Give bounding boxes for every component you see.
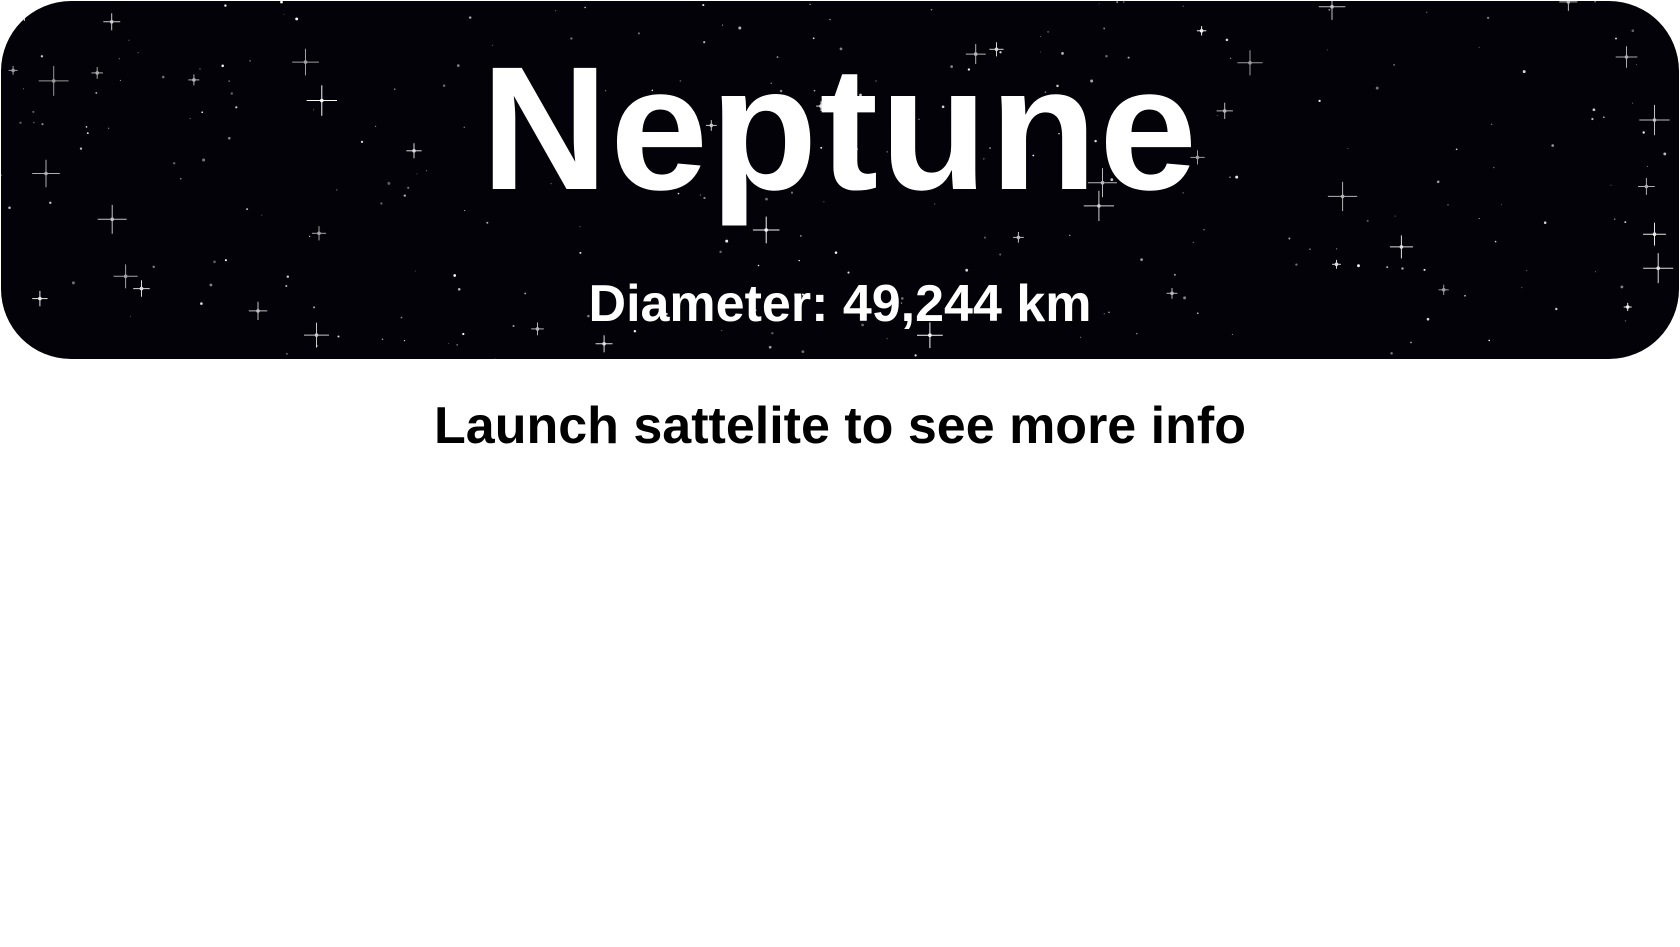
planet-banner: Neptune Diameter: 49,244 km [1,1,1679,359]
planet-name-title: Neptune [481,31,1199,227]
planet-diameter: Diameter: 49,244 km [588,275,1092,333]
launch-satellite-message: Launch sattelite to see more info [434,397,1246,455]
